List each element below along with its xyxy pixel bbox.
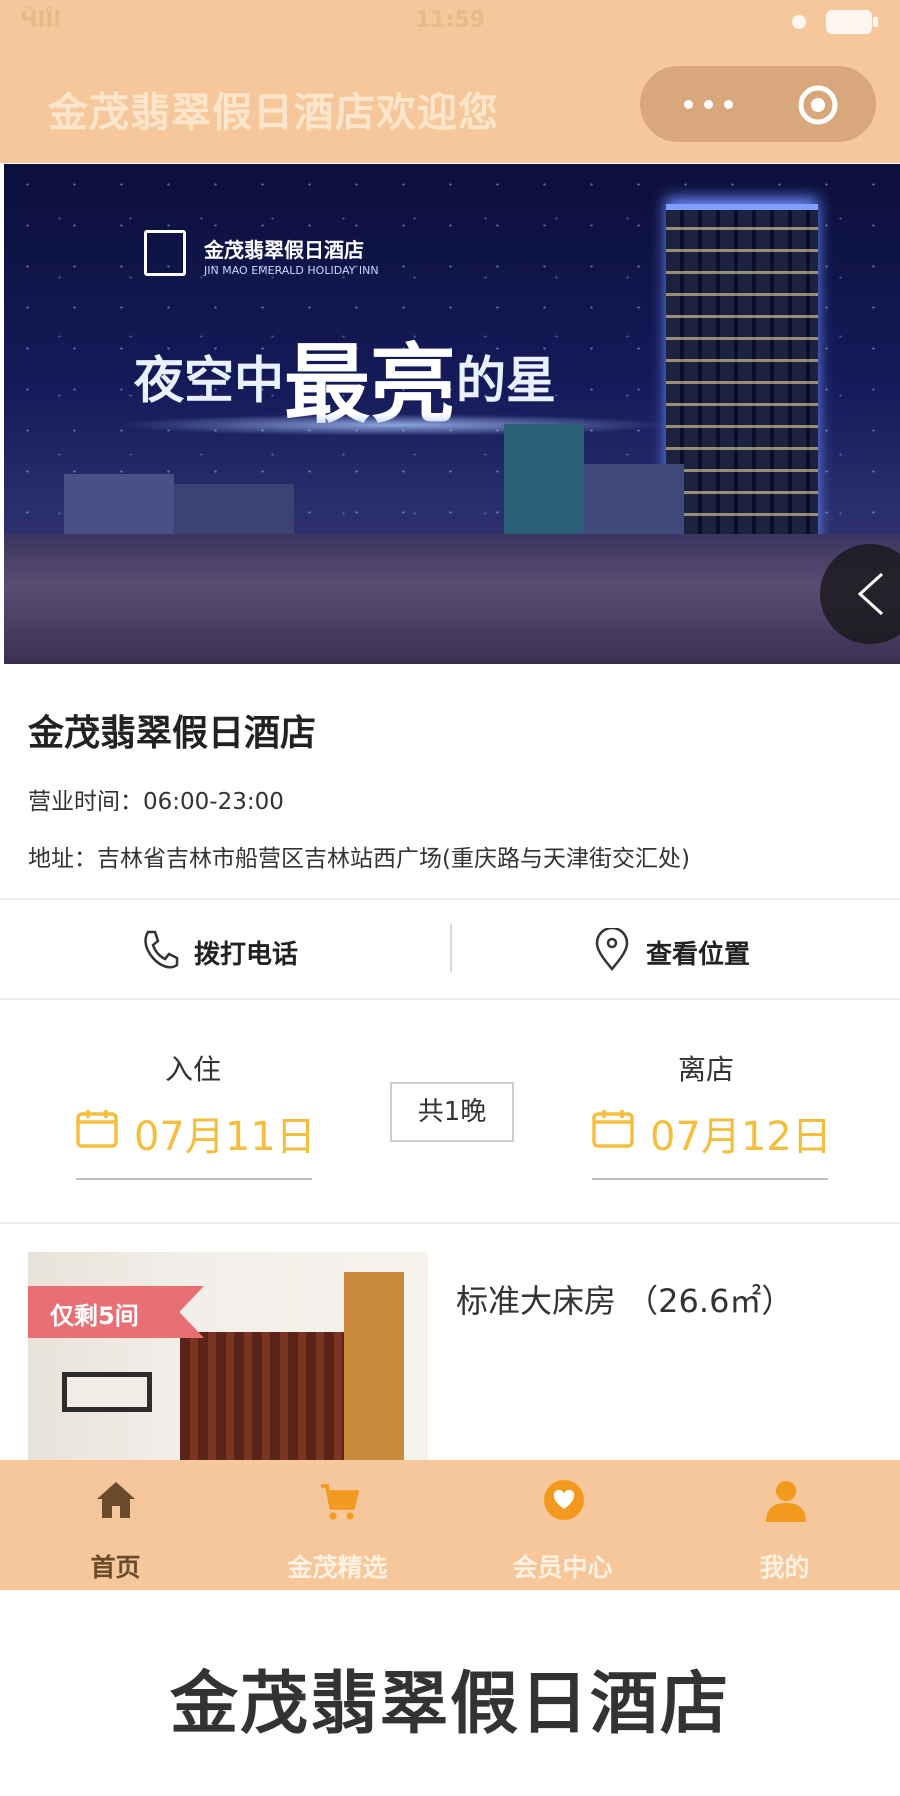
hotel-name: 金茂翡翠假日酒店 [28,713,317,754]
banner-logo-subtitle: JIN MAO EMERALD HOLIDAY INN [204,264,379,277]
room-photo: 仅剩5间 [28,1252,428,1460]
banner-carousel[interactable]: 金茂翡翠假日酒店 JIN MAO EMERALD HOLIDAY INN 夜空中… [4,164,900,664]
action-row: 拨打电话 查看位置 [0,902,900,998]
room-title: 标准大床房 （26.6㎡） [456,1282,794,1320]
availability-badge: 仅剩5间 [28,1286,204,1338]
battery-icon [826,10,878,34]
bottom-tab-bar: 首页 金茂精选 会员中心 我的 [0,1460,900,1590]
cart-icon [321,1484,359,1520]
checkout-date-picker[interactable]: 07月12日 [592,1104,832,1160]
calendar-icon [76,1110,118,1148]
status-bar: ӴlI̊l 11:59 [0,0,900,42]
call-label: 拨打电话 [194,940,299,970]
clock: 11:59 [415,8,486,33]
checkin-label: 入住 [165,1053,222,1086]
banner-logo-text: 金茂翡翠假日酒店 [204,238,364,262]
tab-label: 会员中心 [512,1553,613,1582]
tab-featured[interactable]: 金茂精选 [225,1478,450,1582]
title-bar: ӴlI̊l 11:59 金茂翡翠假日酒店欢迎您 [0,0,900,163]
checkout-underline [592,1178,828,1180]
divider [0,898,900,900]
more-icon[interactable] [676,86,746,122]
capsule-menu [640,66,876,142]
action-divider [450,924,452,972]
phone-icon [144,930,179,969]
business-hours: 营业时间：06:00-23:00 [28,789,284,815]
chevron-left-icon [857,572,884,616]
badge-text: 仅剩5间 [50,1302,139,1330]
hotel-info: 金茂翡翠假日酒店 营业时间：06:00-23:00 地址：吉林省吉林市船营区吉林… [0,664,900,900]
page-title: 金茂翡翠假日酒店欢迎您 [48,90,499,136]
checkin-date-picker[interactable]: 07月11日 [76,1104,316,1160]
room-card[interactable]: 仅剩5间 标准大床房 （26.6㎡） [0,1224,900,1460]
signal-indicator: ӴlI̊l [20,8,62,33]
checkin-date: 07月11日 [134,1114,316,1160]
tab-member[interactable]: 会员中心 [450,1478,675,1582]
heart-badge-icon [544,1480,584,1520]
checkout-date: 07月12日 [650,1114,832,1160]
booking-dates: 入住 07月11日 共1晚 离店 07月12日 [0,1000,900,1222]
user-icon [766,1481,806,1522]
tab-label: 金茂精选 [287,1553,388,1582]
footer-title: 金茂翡翠假日酒店 [169,1665,730,1744]
hotel-logo [144,230,186,276]
call-button[interactable]: 拨打电话 [140,928,340,972]
hotel-address: 地址：吉林省吉林市船营区吉林站西广场(重庆路与天津街交汇处) [28,846,690,872]
alarm-icon [792,15,806,29]
nights-count: 共1晚 [390,1082,514,1142]
tab-label: 我的 [759,1553,810,1582]
mini-program-page: ӴlI̊l 11:59 金茂翡翠假日酒店欢迎您 金茂翡翠假日酒店 JIN MAO… [0,0,900,1796]
checkin-underline [76,1178,312,1180]
location-pin-icon [595,928,629,971]
calendar-icon [592,1110,634,1148]
tab-home[interactable]: 首页 [3,1478,228,1582]
view-location-button[interactable]: 查看位置 [592,928,792,972]
tab-label: 首页 [90,1553,141,1582]
location-label: 查看位置 [646,940,751,970]
checkout-label: 离店 [678,1053,735,1086]
tab-mine[interactable]: 我的 [672,1478,897,1582]
close-mini-program-icon[interactable] [796,83,840,127]
home-icon [97,1482,135,1518]
